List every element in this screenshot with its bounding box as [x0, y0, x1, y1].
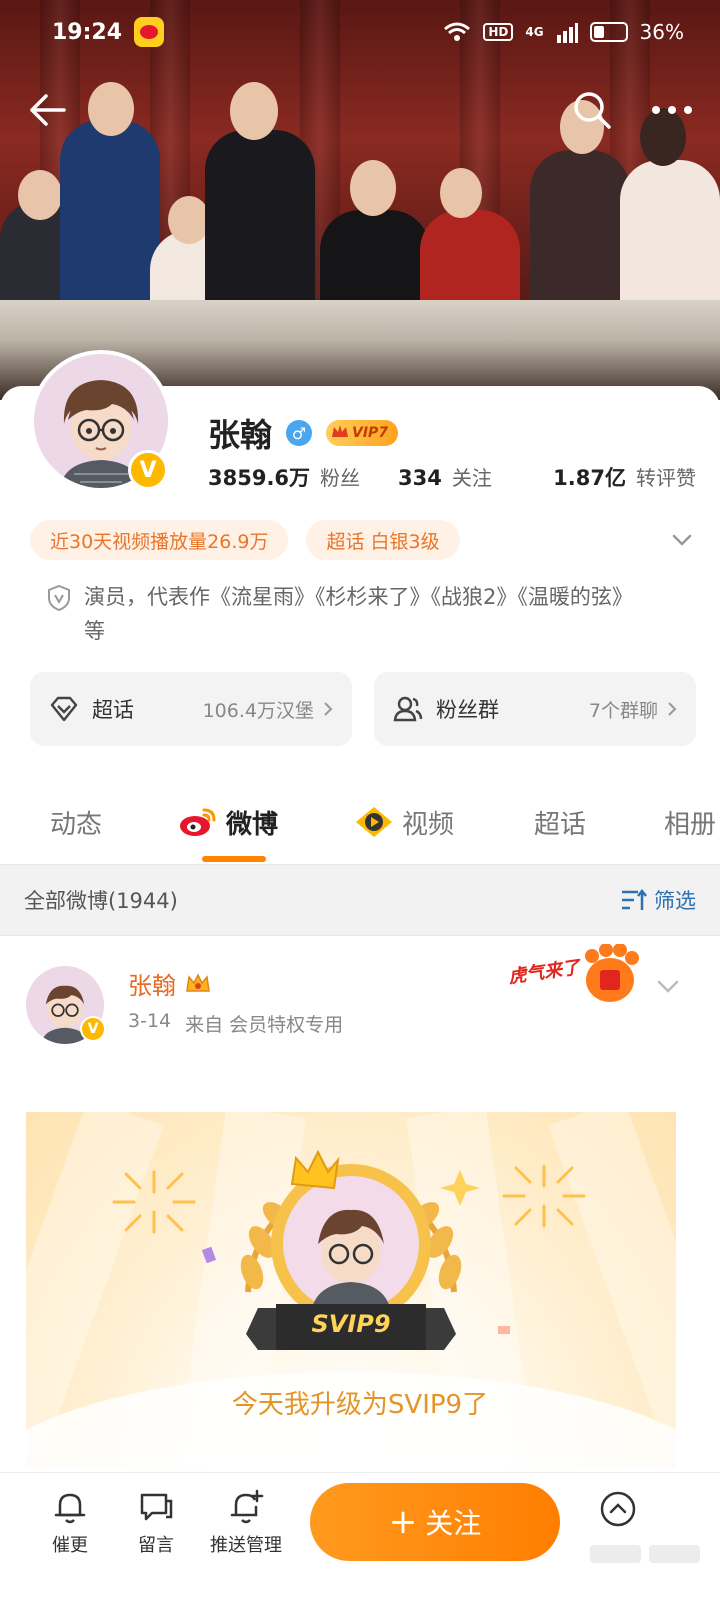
- stat-interactions-count: 1.87亿: [553, 466, 626, 490]
- svip-caption: 今天我升级为SVIP9了: [231, 1390, 489, 1420]
- nudge-button[interactable]: 催更: [30, 1487, 110, 1557]
- tab-video-label: 视频: [402, 809, 455, 840]
- supertopic-card-sub: 106.4万汉堡: [202, 699, 314, 722]
- post-date: 3-14: [128, 1010, 172, 1032]
- filter-label: 筛选: [654, 889, 696, 913]
- tab-weibo-label: 微博: [226, 809, 279, 840]
- stats-row: 3859.6万 粉丝 334 关注 1.87亿 转评赞: [208, 462, 696, 492]
- bio: 演员，代表作《流星雨》《杉杉来了》《战狼2》《温暖的弦》等: [46, 580, 640, 648]
- video-play-icon: [356, 807, 392, 837]
- tab-video[interactable]: 视频: [354, 802, 454, 842]
- profile-page: 19:24 HD 4G 36% V 张翰 ♂ VIP7 3859.6万 粉丝 3…: [0, 0, 720, 1612]
- tab-album[interactable]: 相册: [664, 802, 716, 842]
- vip-badge[interactable]: VIP7: [326, 420, 399, 446]
- fan-group-card[interactable]: 粉丝群 7个群聊: [374, 672, 696, 746]
- back-arrow-icon[interactable]: [24, 86, 72, 134]
- stat-followers-label: 粉丝: [320, 466, 361, 490]
- name-row: 张翰 ♂ VIP7: [208, 410, 399, 456]
- follow-button[interactable]: + 关注: [310, 1483, 560, 1561]
- tag-supertopic-level[interactable]: 超话 白银3级: [306, 520, 460, 560]
- stat-interactions[interactable]: 1.87亿 转评赞: [553, 462, 696, 492]
- hd-badge: HD: [483, 23, 514, 41]
- status-time: 19:24: [52, 19, 123, 45]
- post-menu-chevron-icon[interactable]: [654, 974, 682, 998]
- supertopic-card-title: 超话: [92, 698, 134, 722]
- users-icon: [393, 696, 423, 722]
- bio-text: 演员，代表作《流星雨》《杉杉来了》《战狼2》《温暖的弦》等: [84, 585, 633, 643]
- svip-badge-label: SVIP9: [311, 1310, 391, 1338]
- watermark-placeholder: [590, 1545, 700, 1567]
- male-gender-icon: ♂: [286, 420, 313, 446]
- tab-supertopic-label: 超话: [534, 809, 587, 840]
- post-meta: 3-14 来自 会员特权专用: [128, 1010, 343, 1037]
- tags-row: 近30天视频播放量26.9万 超话 白银3级: [30, 520, 696, 560]
- filter-button[interactable]: 筛选: [620, 885, 696, 915]
- more-options-icon[interactable]: [644, 86, 700, 134]
- stat-following[interactable]: 334 关注: [398, 462, 533, 491]
- profile-tabs: 动态 微博 视频 超话 相册: [0, 788, 720, 860]
- follow-label: 关注: [425, 1507, 482, 1540]
- profile-name: 张翰: [208, 416, 273, 454]
- quick-cards: 超话 106.4万汉堡 粉丝群 7个群聊: [30, 672, 696, 746]
- battery-level: 36%: [639, 20, 684, 44]
- search-icon[interactable]: [568, 86, 616, 134]
- stat-following-count: 334: [398, 466, 442, 490]
- chevron-down-icon[interactable]: [668, 526, 696, 554]
- member-crown-icon: [186, 972, 210, 992]
- signal-icon: [556, 23, 578, 43]
- post-source: 来自 会员特权专用: [185, 1014, 344, 1036]
- tab-supertopic[interactable]: 超话: [534, 802, 586, 842]
- weibo-notification-icon: [134, 17, 165, 47]
- weibo-logo-icon: [180, 808, 216, 836]
- post-count-title: 全部微博(1944): [24, 889, 178, 913]
- status-bar: 19:24 HD 4G 36%: [0, 0, 720, 64]
- crown-icon: [332, 425, 349, 437]
- scroll-to-top-icon[interactable]: [598, 1489, 638, 1529]
- wifi-icon: [444, 22, 471, 41]
- diamond-icon: [50, 696, 78, 722]
- tab-weibo[interactable]: 微博: [178, 802, 278, 842]
- tab-activity-label: 动态: [50, 809, 103, 840]
- bell-icon: [54, 1493, 86, 1524]
- stat-following-label: 关注: [451, 466, 492, 490]
- verified-shield-icon: [48, 584, 70, 612]
- post-author-row: 张翰: [128, 966, 212, 1001]
- tag-video-plays[interactable]: 近30天视频播放量26.9万: [30, 520, 289, 560]
- network-label: 4G: [525, 25, 544, 39]
- push-settings-label: 推送管理: [210, 1535, 282, 1556]
- battery-icon: [589, 22, 628, 42]
- fan-group-card-title: 粉丝群: [436, 698, 499, 722]
- fan-group-card-sub: 7个群聊: [588, 699, 658, 722]
- chevron-right-icon: [668, 702, 677, 716]
- follow-plus-icon: +: [388, 1502, 418, 1542]
- filter-icon: [622, 888, 647, 910]
- vip-label: VIP7: [352, 425, 389, 441]
- stat-followers[interactable]: 3859.6万 粉丝: [208, 462, 398, 492]
- bottom-action-bar: 催更 留言 推送管理 + 关注: [0, 1472, 720, 1612]
- chat-bubble-icon: [140, 1493, 173, 1521]
- nudge-label: 催更: [52, 1535, 88, 1556]
- message-label: 留言: [138, 1535, 174, 1556]
- post-author-name[interactable]: 张翰: [128, 966, 176, 1001]
- stat-followers-count: 3859.6万: [208, 466, 311, 490]
- top-nav: [0, 80, 720, 136]
- filter-bar: 全部微博(1944) 筛选: [0, 864, 720, 936]
- active-tab-indicator: [202, 856, 266, 862]
- chevron-right-icon: [324, 702, 333, 716]
- tab-activity[interactable]: 动态: [50, 802, 102, 842]
- message-button[interactable]: 留言: [116, 1487, 196, 1557]
- status-indicators: HD 4G 36%: [443, 20, 684, 44]
- stat-interactions-label: 转评赞: [636, 466, 696, 490]
- bell-plus-icon: [230, 1489, 264, 1524]
- verified-badge: V: [128, 450, 168, 490]
- post-verified-badge: V: [80, 1016, 106, 1042]
- push-settings-button[interactable]: 推送管理: [204, 1487, 288, 1557]
- tab-album-label: 相册: [664, 809, 717, 840]
- supertopic-card[interactable]: 超话 106.4万汉堡: [30, 672, 352, 746]
